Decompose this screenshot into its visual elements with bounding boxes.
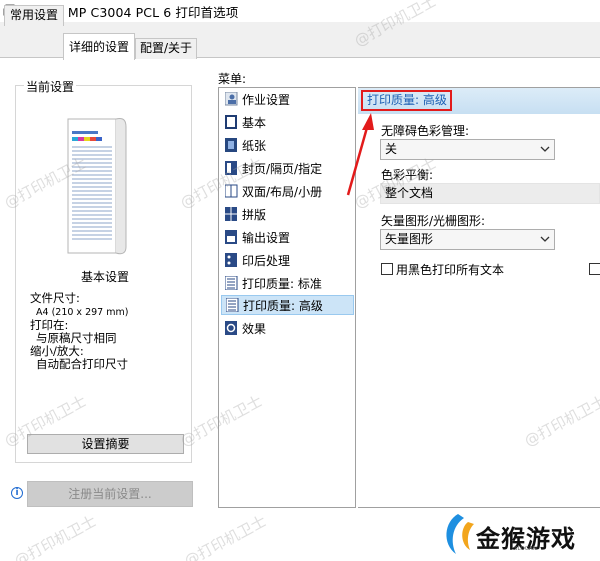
preview-title: 基本设置	[80, 270, 129, 284]
menu-item-imposition[interactable]: 拼版	[221, 204, 354, 224]
menu-item-effects[interactable]: 效果	[221, 318, 354, 338]
color-balance-label: 色彩平衡:	[381, 168, 434, 182]
tab-detailed-settings[interactable]: 详细的设置	[63, 33, 135, 60]
panel-title: 打印质量: 高级	[361, 90, 452, 111]
menu-item-label: 印后处理	[242, 253, 291, 268]
imposition-icon	[225, 207, 237, 221]
menu-item-output[interactable]: 输出设置	[221, 227, 354, 247]
menu-item-cover[interactable]: 封页/隔页/指定	[221, 158, 354, 178]
color-management-value: 关	[385, 142, 398, 156]
paper-size-label: 文件尺寸:	[30, 291, 80, 305]
black-text-label: 用黑色打印所有文本	[396, 263, 505, 277]
menu-item-label: 打印质量: 高级	[243, 298, 323, 313]
menu-list[interactable]: 作业设置 基本 纸张 封页/隔页/指定 双面/布局/小册 拼版 输出设置 印后处…	[218, 87, 356, 508]
menu-item-label: 打印质量: 标准	[242, 276, 322, 291]
color-management-label: 无障碍色彩管理:	[381, 124, 470, 138]
chevron-down-icon	[540, 146, 550, 152]
menu-item-label: 拼版	[242, 207, 267, 222]
menu-item-duplex[interactable]: 双面/布局/小册	[221, 181, 354, 201]
menu-item-label: 封页/隔页/指定	[242, 161, 323, 176]
menu-item-label: 效果	[242, 321, 267, 336]
menu-item-label: 基本	[242, 115, 267, 130]
effect-icon	[225, 321, 237, 335]
user-icon	[225, 92, 238, 106]
tab-configuration-about[interactable]: 配置/关于	[135, 38, 197, 59]
quality-standard-icon	[225, 276, 238, 290]
register-current-settings-button[interactable]: 注册当前设置...	[27, 481, 193, 507]
cover-icon	[225, 161, 237, 175]
paper-icon	[225, 138, 237, 152]
vector-raster-select[interactable]: 矢量图形	[380, 229, 555, 250]
logo-text: 金猴游戏园	[476, 524, 576, 561]
black-text-checkbox[interactable]	[381, 263, 393, 275]
color-management-select[interactable]: 关	[380, 139, 555, 160]
color-balance-value: 整个文档	[385, 186, 434, 200]
duplex-icon	[225, 184, 238, 198]
menu-item-basic[interactable]: 基本	[221, 112, 354, 132]
menu-item-paper[interactable]: 纸张	[221, 135, 354, 155]
vector-raster-value: 矢量图形	[385, 232, 434, 246]
quality-advanced-icon	[226, 298, 239, 312]
logo-slogan: SLOGAN	[514, 546, 537, 552]
menu-item-label: 双面/布局/小册	[242, 184, 323, 199]
current-settings-label: 当前设置	[24, 78, 77, 95]
menu-item-label: 作业设置	[242, 92, 291, 107]
color-balance-select[interactable]: 整个文档	[380, 183, 600, 204]
info-icon: i	[11, 487, 23, 499]
tab-common-settings[interactable]: 常用设置	[4, 5, 64, 26]
menu-label: 菜单:	[218, 72, 247, 86]
chevron-down-icon	[540, 236, 550, 242]
extra-checkbox[interactable]	[589, 263, 600, 275]
menu-item-label: 输出设置	[242, 230, 291, 245]
output-icon	[225, 230, 237, 244]
vector-raster-label: 矢量图形/光栅图形:	[381, 214, 486, 228]
page-icon	[225, 115, 237, 129]
menu-item-job-settings[interactable]: 作业设置	[221, 89, 354, 109]
menu-item-finishing[interactable]: 印后处理	[221, 250, 354, 270]
zoom-value: 自动配合打印尺寸	[36, 357, 128, 371]
menu-item-quality-standard[interactable]: 打印质量: 标准	[221, 273, 354, 293]
menu-item-label: 纸张	[242, 138, 267, 153]
finishing-icon	[225, 253, 237, 267]
title-bar: RICOH MP C3004 PCL 6 打印首选项	[0, 0, 600, 22]
menu-item-quality-advanced[interactable]: 打印质量: 高级	[221, 295, 354, 315]
settings-summary-button[interactable]: 设置摘要	[27, 434, 184, 454]
document-preview-image	[67, 118, 127, 255]
